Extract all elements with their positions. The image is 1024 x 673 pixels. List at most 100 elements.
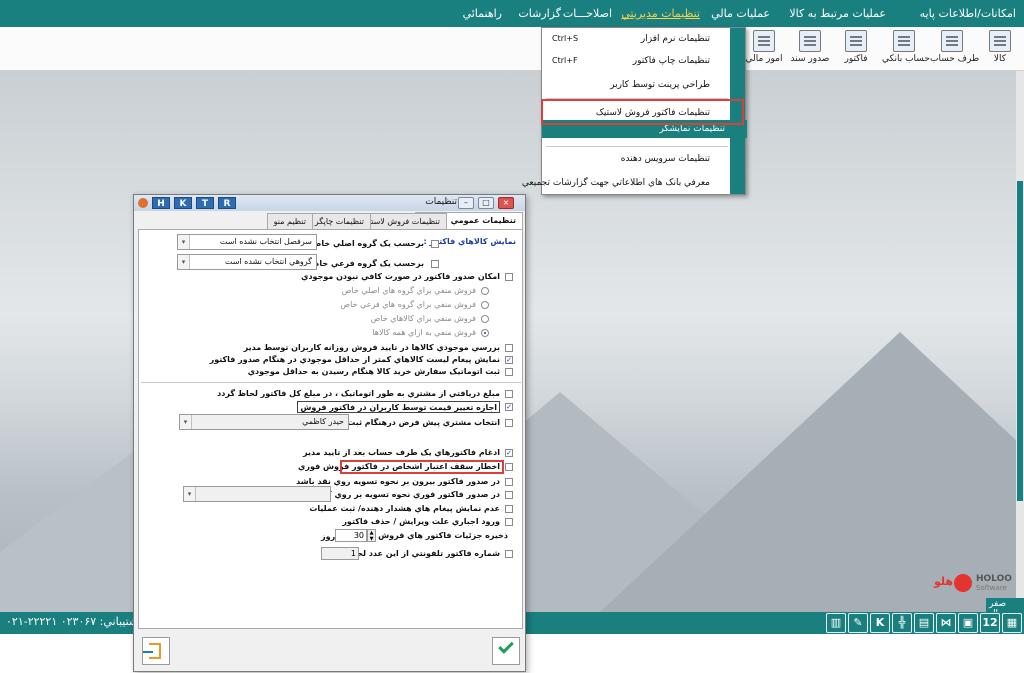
hotkey-h-button[interactable]: H: [152, 197, 170, 209]
holoo-logo: هلو HOLOO Software: [930, 572, 1012, 594]
check-hide-warnings[interactable]: [505, 505, 513, 513]
hotkey-k-button[interactable]: K: [174, 197, 192, 209]
invoice-icon: [845, 30, 867, 52]
minimize-button[interactable]: –: [458, 197, 474, 209]
main-group-select[interactable]: ▾ سرفصل انتخاب نشده است: [177, 234, 317, 250]
share-icon[interactable]: ⋈: [936, 613, 956, 633]
mountain-shape: [600, 332, 1024, 612]
menu-item-label: معرفي بانک هاي اطلاعاتي جهت گزارشات تجمي…: [521, 178, 710, 188]
dialog-title: تنظيمات: [425, 197, 457, 207]
menu-item-aggregate-databases[interactable]: معرفي بانک هاي اطلاعاتي جهت گزارشات تجمي…: [522, 172, 732, 194]
default-customer-value: حيدر کاظمي: [302, 417, 344, 426]
toolbar-voucher-button[interactable]: صدور سند: [788, 29, 832, 69]
document-icon: [799, 30, 821, 52]
check-instant-card[interactable]: [505, 491, 513, 499]
radio-all-goods[interactable]: [481, 329, 489, 337]
sub-group-value: گروهي انتخاب نشده است: [224, 257, 312, 266]
chevron-down-icon: ▾: [178, 255, 190, 269]
date-12-icon[interactable]: 12: [980, 613, 1000, 633]
check-default-customer[interactable]: [505, 419, 513, 427]
calculator-icon: [753, 30, 775, 52]
exit-button[interactable]: [142, 637, 170, 665]
menu-item-label: تنظيمات چاپ فاکتور: [632, 56, 710, 66]
grid-icon[interactable]: ▤: [914, 613, 934, 633]
radio-all-goods-label: فروش منفي به ازاي همه کالاها: [372, 328, 476, 337]
toolbar-account-button[interactable]: طرف حساب: [930, 29, 979, 69]
check-review-stock[interactable]: [505, 344, 513, 352]
menu-goods-ops[interactable]: عمليات مرتبط به کالا: [789, 0, 886, 27]
close-button[interactable]: ×: [498, 197, 514, 209]
settings-dialog: H K T R تنظيمات – □ × تنظيمات عمومي فاکت…: [133, 194, 526, 672]
days-stepper[interactable]: ▲ ▼: [367, 529, 376, 542]
radio-specific-goods[interactable]: [481, 315, 489, 323]
check-min-stock-message[interactable]: ✓: [505, 356, 513, 364]
dialog-tabs: تنظيمات عمومي فاکتور تنظيمات فروش لاستيک…: [138, 212, 523, 229]
toolbar-invoice-label: فاکتور: [844, 54, 868, 64]
check-phone-invoice[interactable]: [505, 550, 513, 558]
toolbar-invoice-button[interactable]: فاکتور: [834, 29, 878, 69]
toolbar-finance-button[interactable]: امور مالي: [742, 29, 786, 69]
radio-main-group[interactable]: [481, 287, 489, 295]
check-min-stock-message-label: نمايش پيغام ليست کالاهاي کمتر از حداقل م…: [209, 355, 500, 364]
menu-item-print-settings[interactable]: تنظيمات چاپ فاکتور Ctrl+F: [542, 50, 732, 72]
check-auto-order[interactable]: [505, 368, 513, 376]
radio-main-group-label: فروش منفي براي گروه هاي اصلي خاص: [341, 286, 476, 295]
logo-sub-text: Software: [976, 584, 1007, 592]
default-customer-select[interactable]: ▾ حيدر کاظمي: [179, 414, 349, 430]
tab-printer[interactable]: تنظيمات چاپگر: [307, 213, 371, 229]
tab-menu[interactable]: تنظيم منو: [266, 213, 313, 229]
hotkey-r-button[interactable]: R: [218, 197, 236, 209]
general-invoice-panel: نمايش کالاهاي فاکتور : برحسب يک گروه اصل…: [138, 229, 523, 629]
check-credit-warning[interactable]: [505, 463, 513, 471]
radio-sub-group[interactable]: [481, 301, 489, 309]
k-icon[interactable]: K: [870, 613, 890, 633]
main-group-checkbox[interactable]: [431, 240, 439, 248]
check-merge-invoices[interactable]: ✓: [505, 449, 513, 457]
menu-item-software-settings[interactable]: تنظيمات نرم افزار Ctrl+S: [542, 28, 732, 50]
exit-icon: [143, 643, 161, 659]
menu-financial-ops[interactable]: عمليات مالي: [711, 0, 770, 27]
sub-group-checkbox[interactable]: [431, 260, 439, 268]
days-input[interactable]: 30: [335, 529, 367, 542]
calendar-icon[interactable]: ▦: [1002, 613, 1022, 633]
menu-help[interactable]: راهنمائي: [463, 0, 502, 27]
logo-mark: [954, 574, 972, 592]
menu-corrections[interactable]: اصلاحـــات: [563, 0, 612, 27]
main-group-label: برحسب يک گروه اصلي خاص:: [307, 239, 424, 248]
person-icon: [941, 30, 963, 52]
sub-group-select[interactable]: ▾ گروهي انتخاب نشده است: [177, 254, 317, 270]
check-takeout-cash[interactable]: [505, 478, 513, 486]
tools-icon[interactable]: ✎: [848, 613, 868, 633]
radio-sub-group-label: فروش منفي براي گروه هاي فرعي خاص: [340, 300, 476, 309]
check-price-change[interactable]: ✓: [505, 403, 513, 411]
logo-fa-text: هلو: [934, 575, 954, 588]
toolbar-goods-button[interactable]: کالا: [978, 29, 1022, 69]
check-edit-reason[interactable]: [505, 518, 513, 526]
toolbar: کالا طرف حساب حساب بانکي فاکتور صدور سند…: [0, 27, 1024, 71]
maximize-button[interactable]: □: [478, 197, 494, 209]
calculator-small-icon[interactable]: ▥: [826, 613, 846, 633]
menu-reports[interactable]: گزارشات: [518, 0, 561, 27]
vertical-scrollbar[interactable]: [1016, 71, 1024, 612]
card-reader-select[interactable]: ▾: [183, 486, 331, 502]
hotkey-t-button[interactable]: T: [196, 197, 214, 209]
toolbar-bank-button[interactable]: حساب بانکي: [882, 29, 930, 69]
image-icon[interactable]: ▣: [958, 613, 978, 633]
menu-item-label: تنظيمات نمايشگر: [659, 124, 725, 134]
check-auto-order-label: ثبت اتوماتيک سفارش خريد کالا هنگام رسيدن…: [247, 367, 500, 376]
menu-management-settings[interactable]: تنظيمات مديريتي: [621, 0, 700, 27]
menu-item-server-settings[interactable]: تنظيمات سرويس دهنده: [542, 148, 732, 170]
insufficient-stock-checkbox[interactable]: [505, 273, 513, 281]
check-review-stock-label: بررسي موجودي کالاها در تاييد فروش روزانه…: [243, 343, 500, 352]
support-phone: ۰۲۱-۲۲۲۲۱ پشتيباني: ۰۲۳۰۶۷: [6, 615, 142, 628]
layout-icon[interactable]: ╬: [892, 613, 912, 633]
phone-invoice-input[interactable]: 1: [321, 547, 359, 560]
menu-item-label: طراحي پرينت توسط کاربر: [610, 80, 710, 90]
scrollbar-thumb[interactable]: [1017, 181, 1023, 501]
check-auto-received[interactable]: [505, 390, 513, 398]
menu-base-info[interactable]: امکانات/اطلاعات پايه: [920, 0, 1016, 27]
check-merge-invoices-label: ادغام فاکتورهاي يک طرف حساب بعد از تاييد…: [302, 448, 500, 457]
insufficient-stock-label: امکان صدور فاکتور در صورت کافي نبودن موج…: [301, 272, 500, 281]
menu-item-print-design[interactable]: طراحي پرينت توسط کاربر: [542, 74, 732, 96]
confirm-button[interactable]: [492, 637, 520, 665]
